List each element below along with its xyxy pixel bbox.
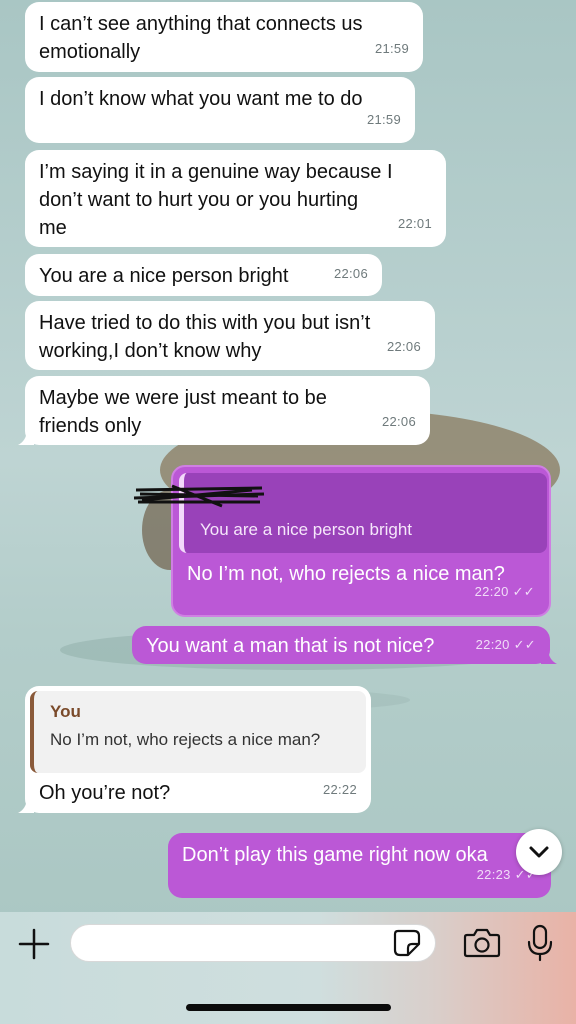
message-time: 21:59	[374, 41, 409, 56]
message-time: 22:22	[322, 782, 357, 797]
message-text: Oh you’re not?	[39, 782, 171, 804]
bubble-tail	[18, 431, 34, 445]
message-incoming[interactable]: Maybe we were just meant to be friends o…	[18, 376, 430, 445]
sticker-icon[interactable]	[392, 928, 422, 958]
message-outgoing[interactable]: You want a man that is not nice? 22:20 ✓…	[132, 626, 557, 664]
message-input[interactable]	[70, 924, 436, 962]
chat-thread[interactable]: I can’t see anything that connects us em…	[0, 0, 576, 912]
bubble-tail	[18, 799, 34, 813]
quote-text: No I’m not, who rejects a nice man?	[50, 730, 321, 749]
message-incoming[interactable]: I’m saying it in a genuine way because I…	[25, 150, 446, 247]
reply-quote[interactable]: You No I’m not, who rejects a nice man?	[30, 691, 366, 773]
message-time: 21:59	[366, 112, 401, 127]
message-incoming[interactable]: Have tried to do this with you but isn’t…	[25, 301, 435, 370]
message-time: 22:20 ✓✓	[475, 637, 536, 652]
camera-icon[interactable]	[463, 927, 501, 959]
message-time: 22:20 ✓✓	[474, 584, 535, 599]
message-time: 22:06	[386, 339, 421, 354]
bubble-tail	[541, 650, 557, 664]
message-text: I can’t see anything that connects us em…	[39, 13, 363, 63]
message-text: I don’t know what you want me to do	[39, 88, 363, 110]
message-outgoing[interactable]: Don’t play this game right now oka 22:23…	[168, 833, 551, 898]
message-incoming[interactable]: You No I’m not, who rejects a nice man? …	[18, 686, 371, 813]
quote-text: You are a nice person bright	[200, 520, 413, 539]
chevron-down-icon	[529, 846, 549, 858]
message-text: You are a nice person bright	[39, 265, 289, 287]
message-incoming[interactable]: I don’t know what you want me to do 21:5…	[25, 77, 415, 143]
message-text: I’m saying it in a genuine way because I…	[39, 161, 393, 239]
message-text: No I’m not, who rejects a nice man?	[187, 563, 505, 585]
message-incoming[interactable]: You are a nice person bright 22:06	[25, 254, 382, 296]
message-text: Have tried to do this with you but isn’t…	[39, 312, 371, 362]
plus-icon[interactable]	[18, 928, 50, 960]
message-time: 22:01	[397, 216, 432, 231]
message-time: 22:06	[381, 414, 416, 429]
redaction-scribble	[133, 484, 265, 508]
microphone-icon[interactable]	[526, 924, 554, 962]
quote-author: You	[50, 702, 81, 721]
message-time: 22:06	[333, 266, 368, 281]
scroll-to-bottom-button[interactable]	[516, 829, 562, 875]
message-text: Maybe we were just meant to be friends o…	[39, 387, 327, 437]
home-indicator[interactable]	[186, 1004, 391, 1011]
message-incoming[interactable]: I can’t see anything that connects us em…	[25, 2, 423, 72]
